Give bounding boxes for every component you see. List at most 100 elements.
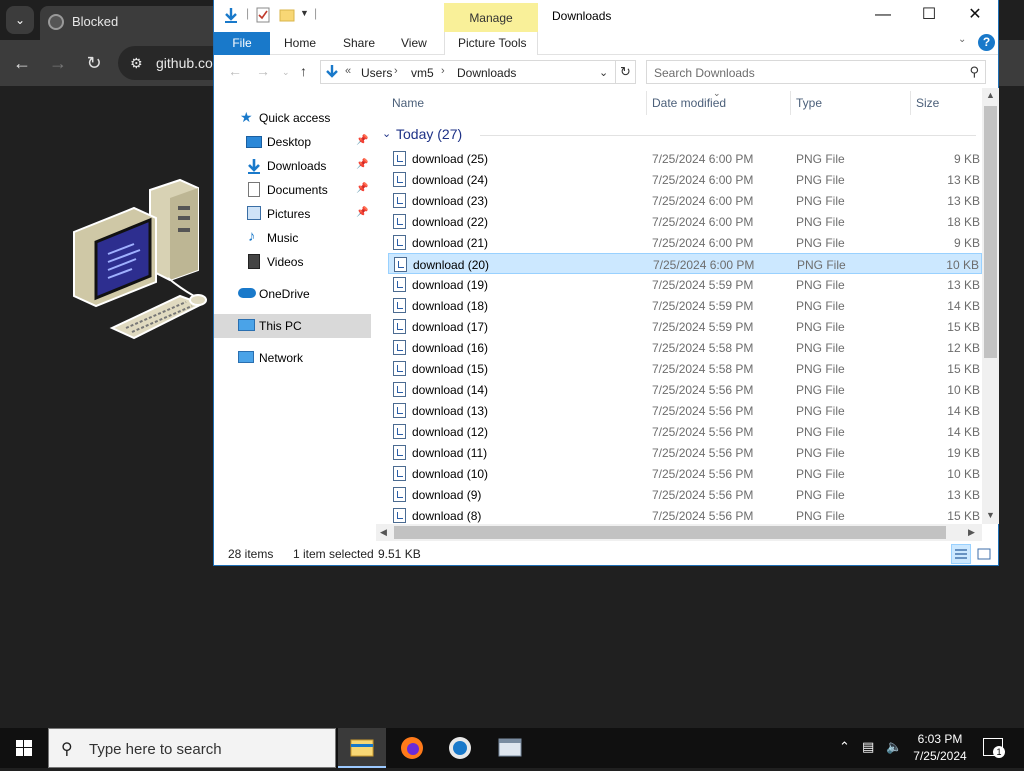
nav-pictures[interactable]: Pictures 📌 [214,202,371,226]
pin-icon[interactable]: 📌 [356,135,368,146]
notifications-icon[interactable]: 1 [983,738,1005,758]
scrollbar-thumb[interactable] [394,526,946,539]
column-header-date[interactable]: Date modified [652,96,726,110]
scrollbar-thumb[interactable] [984,106,997,358]
chevron-right-icon[interactable]: › [441,65,445,77]
chevron-right-icon[interactable]: › [394,65,398,77]
start-button[interactable] [0,728,48,768]
qat-customize-icon[interactable]: ▼ [300,8,309,18]
scroll-right-icon[interactable]: ▶ [968,527,975,538]
horizontal-scrollbar[interactable]: ◀ ▶ [376,524,982,541]
table-row[interactable]: download (16) 7/25/2024 5:58 PM PNG File 12… [388,337,982,358]
large-icons-view-icon[interactable] [974,544,994,564]
table-row[interactable]: download (17) 7/25/2024 5:59 PM PNG File 15… [388,316,982,337]
pin-icon[interactable]: 📌 [356,159,368,170]
tab-picture-tools[interactable]: Picture Tools [444,32,538,55]
nav-desktop[interactable]: Desktop 📌 [214,130,371,154]
table-row[interactable]: download (15) 7/25/2024 5:58 PM PNG File 15… [388,358,982,379]
search-input[interactable]: Search Downloads ⚲ [646,60,986,84]
table-row[interactable]: download (24) 7/25/2024 6:00 PM PNG File 13… [388,169,982,190]
nav-downloads[interactable]: Downloads 📌 [214,154,371,178]
nav-network[interactable]: Network [214,346,371,370]
scroll-up-icon[interactable]: ▲ [986,90,995,100]
chrome-taskbar-button[interactable] [436,728,484,768]
breadcrumb-overflow[interactable]: « [345,65,351,77]
clock-time[interactable]: 6:03 PM [910,732,970,746]
notification-count-badge: 1 [993,746,1005,758]
ribbon-expand-icon[interactable]: ⌄ [958,34,966,45]
table-row[interactable]: download (22) 7/25/2024 6:00 PM PNG File 18… [388,211,982,232]
forward-icon[interactable]: → [256,63,270,79]
address-bar[interactable]: « Users › vm5 › Downloads ⌄ [320,60,616,84]
table-row[interactable]: download (21) 7/25/2024 6:00 PM PNG File 9 … [388,232,982,253]
reload-icon[interactable]: ↻ [82,52,106,76]
scroll-down-icon[interactable]: ▼ [986,510,995,520]
column-header-size[interactable]: Size [916,96,939,110]
close-button[interactable]: ✕ [952,0,998,30]
clock-date[interactable]: 7/25/2024 [906,749,974,763]
file-explorer-taskbar-button[interactable] [338,728,386,768]
table-row[interactable]: download (8) 7/25/2024 5:56 PM PNG File 15 … [388,505,982,526]
details-view-icon[interactable] [951,544,971,564]
table-row[interactable]: download (12) 7/25/2024 5:56 PM PNG File 14… [388,421,982,442]
pin-icon[interactable]: 📌 [356,183,368,194]
table-row[interactable]: download (10) 7/25/2024 5:56 PM PNG File 10… [388,463,982,484]
download-arrow-icon[interactable] [222,6,240,24]
site-settings-icon[interactable]: ⚙ [130,55,143,72]
column-divider[interactable] [910,91,911,115]
breadcrumb-vm5[interactable]: vm5 [411,66,434,80]
firefox-taskbar-button[interactable] [388,728,436,768]
group-header[interactable]: ⌄ Today (27) [380,124,980,146]
file-size: 15 KB [947,509,980,523]
show-hidden-icons-chevron-icon[interactable]: ⌃ [839,739,850,755]
scroll-left-icon[interactable]: ◀ [380,527,387,538]
table-row[interactable]: download (14) 7/25/2024 5:56 PM PNG File 10… [388,379,982,400]
table-row[interactable]: download (25) 7/25/2024 6:00 PM PNG File 9 … [388,148,982,169]
app-taskbar-button[interactable] [486,728,534,768]
table-row[interactable]: download (13) 7/25/2024 5:56 PM PNG File 14… [388,400,982,421]
help-icon[interactable]: ? [978,34,995,51]
table-row[interactable]: download (11) 7/25/2024 5:56 PM PNG File 19… [388,442,982,463]
tab-view[interactable]: View [401,36,427,50]
back-icon[interactable]: ← [10,52,34,76]
breadcrumb-users[interactable]: Users [361,66,392,80]
properties-icon[interactable] [254,6,272,24]
recent-locations-icon[interactable]: ⌄ [282,67,290,78]
up-icon[interactable]: ↑ [300,63,307,79]
network-status-icon[interactable]: ▤ [862,739,874,755]
back-icon[interactable]: ← [228,63,242,79]
nav-quick-access[interactable]: ★ Quick access [214,106,371,130]
search-icon[interactable]: ⚲ [969,64,979,80]
table-row[interactable]: download (23) 7/25/2024 6:00 PM PNG File 13… [388,190,982,211]
new-folder-icon[interactable] [278,6,296,24]
tab-file[interactable]: File [214,32,270,55]
chevron-down-icon[interactable]: ⌄ [382,127,391,140]
nav-this-pc[interactable]: This PC [214,314,371,338]
tab-home[interactable]: Home [284,36,316,50]
nav-music[interactable]: ♪ Music [214,226,371,250]
pin-icon[interactable]: 📌 [356,207,368,218]
browser-tab[interactable]: Blocked [40,6,230,40]
chevron-down-icon[interactable]: ⌄ [599,66,608,79]
tab-search-button[interactable]: ⌄ [6,6,34,34]
refresh-icon[interactable]: ↻ [616,60,636,84]
taskbar-search-box[interactable]: ⚲ Type here to search [48,728,336,768]
column-divider[interactable] [646,91,647,115]
maximize-button[interactable]: ☐ [906,0,952,30]
table-row[interactable]: download (19) 7/25/2024 5:59 PM PNG File 13… [388,274,982,295]
nav-documents[interactable]: Documents 📌 [214,178,371,202]
nav-onedrive[interactable]: OneDrive [214,282,371,306]
column-divider[interactable] [790,91,791,115]
table-row[interactable]: download (9) 7/25/2024 5:56 PM PNG File 13 … [388,484,982,505]
tab-share[interactable]: Share [343,36,375,50]
column-header-type[interactable]: Type [796,96,822,110]
table-row[interactable]: download (20) 7/25/2024 6:00 PM PNG File 10… [388,253,982,274]
forward-icon[interactable]: → [46,52,70,76]
table-row[interactable]: download (18) 7/25/2024 5:59 PM PNG File 14… [388,295,982,316]
nav-videos[interactable]: Videos [214,250,371,274]
breadcrumb-downloads[interactable]: Downloads [457,66,516,80]
volume-muted-icon[interactable]: 🔈 [886,739,902,755]
column-header-name[interactable]: Name [392,96,424,110]
minimize-button[interactable]: — [860,0,906,30]
vertical-scrollbar[interactable]: ▲ ▼ [982,88,999,524]
